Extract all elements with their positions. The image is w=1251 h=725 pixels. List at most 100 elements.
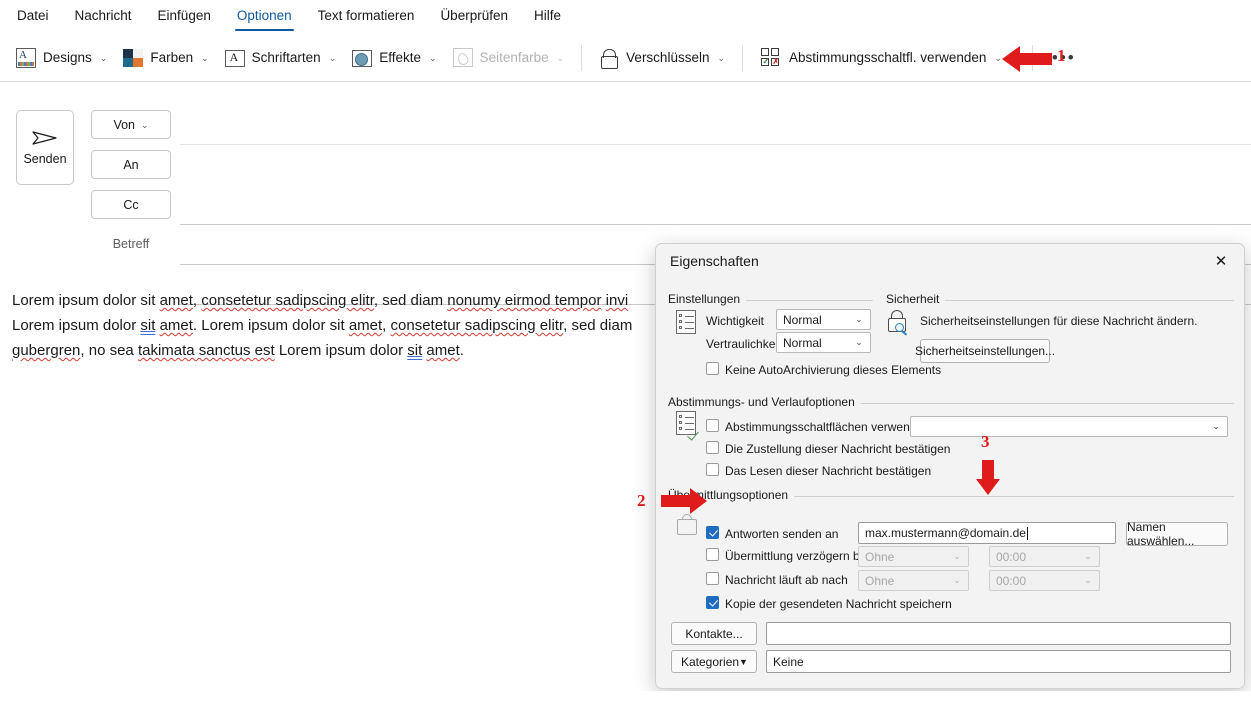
chevron-down-icon: ⌄ xyxy=(556,53,565,63)
no-autoarchive-label: Keine AutoArchivierung dieses Elements xyxy=(725,363,942,377)
save-copy-label: Kopie der gesendeten Nachricht speichern xyxy=(725,597,952,611)
chevron-down-icon: ⌄ xyxy=(141,120,149,130)
chevron-down-icon: ⌄ xyxy=(953,551,961,561)
annotation-number-2: 2 xyxy=(637,491,646,510)
delay-date-dropdown[interactable]: Ohne ⌄ xyxy=(858,546,969,567)
use-voting-buttons-label: Abstimmungsschaltflächen verwenden xyxy=(725,420,930,434)
importance-label: Wichtigkeit xyxy=(706,314,765,328)
close-icon[interactable]: ✕ xyxy=(1202,247,1240,274)
use-voting-buttons-checkbox[interactable] xyxy=(706,419,719,432)
reply-to-input[interactable]: max.mustermann@domain.de xyxy=(858,522,1116,544)
send-button[interactable]: Senden xyxy=(16,110,74,185)
tab-optionen[interactable]: Optionen xyxy=(224,0,305,33)
categories-button[interactable]: Kategorien ▼ xyxy=(671,650,757,673)
save-copy-checkbox[interactable] xyxy=(706,596,719,609)
sensitivity-label: Vertraulichkeit xyxy=(706,337,782,351)
colors-icon xyxy=(123,49,144,67)
security-settings-button-label: Sicherheitseinstellungen... xyxy=(914,344,1056,358)
tab-text-formatieren[interactable]: Text formatieren xyxy=(305,0,428,33)
dialog-body: Einstellungen Sicherheit Wichtigkeit Nor… xyxy=(658,277,1244,716)
security-lock-icon xyxy=(886,310,910,336)
group-einstellungen-label: Einstellungen xyxy=(668,292,747,306)
verschluesseln-button[interactable]: Verschlüsseln ⌄ xyxy=(591,41,733,75)
expire-checkbox[interactable] xyxy=(706,572,719,585)
security-description: Sicherheitseinstellungen für diese Nachr… xyxy=(920,314,1198,328)
contacts-input[interactable] xyxy=(766,622,1231,645)
eigenschaften-dialog: Eigenschaften ✕ Einstellungen Sicherheit… xyxy=(655,243,1245,716)
expire-time-dropdown[interactable]: 00:00 ⌄ xyxy=(989,570,1100,591)
voting-check-icon xyxy=(690,427,702,441)
chevron-down-icon: ⌄ xyxy=(328,53,337,63)
effekte-button[interactable]: Effekte ⌄ xyxy=(344,41,444,75)
send-icon xyxy=(32,130,58,146)
sensitivity-dropdown[interactable]: Normal ⌄ xyxy=(776,332,871,353)
chevron-down-icon: ⌄ xyxy=(717,53,726,63)
reply-to-checkbox[interactable] xyxy=(706,526,719,539)
chevron-down-icon: ⌄ xyxy=(1212,421,1220,431)
page-color-icon xyxy=(452,48,473,67)
text-caret xyxy=(1026,526,1028,540)
expire-time-value: 00:00 xyxy=(996,573,1027,588)
categories-button-label: Kategorien xyxy=(681,654,740,669)
to-button[interactable]: An xyxy=(91,150,171,179)
voting-options-dropdown[interactable]: ⌄ xyxy=(910,416,1228,437)
reply-to-value: max.mustermann@domain.de xyxy=(865,526,1026,540)
fonts-icon xyxy=(224,49,245,67)
tab-datei[interactable]: Datei xyxy=(4,0,62,33)
tab-ueberpruefen[interactable]: Überprüfen xyxy=(427,0,521,33)
categories-value: Keine xyxy=(773,654,804,669)
schriftarten-button[interactable]: Schriftarten ⌄ xyxy=(217,41,345,75)
dialog-title: Eigenschaften xyxy=(670,252,759,269)
cc-button-label: Cc xyxy=(123,197,139,212)
voting-buttons-icon: ✓ ✗ xyxy=(760,47,782,68)
ribbon-tabs: Datei Nachricht Einfügen Optionen Text f… xyxy=(0,0,1251,33)
annotation-arrow-2 xyxy=(661,488,707,514)
chevron-down-icon: ⌄ xyxy=(953,575,961,585)
annotation-number-1: 1 xyxy=(1057,46,1066,65)
chevron-down-icon: ⌄ xyxy=(1084,575,1092,585)
cc-button[interactable]: Cc xyxy=(91,190,171,219)
verschluesseln-label: Verschlüsseln xyxy=(626,50,710,65)
effekte-label: Effekte xyxy=(379,50,422,65)
importance-dropdown[interactable]: Normal ⌄ xyxy=(776,309,871,330)
security-settings-button[interactable]: Sicherheitseinstellungen... xyxy=(915,339,1055,363)
to-field-divider xyxy=(180,224,1251,225)
to-button-label: An xyxy=(123,157,139,172)
annotation-arrow-1 xyxy=(1002,46,1052,72)
send-button-label: Senden xyxy=(23,151,67,166)
delay-date-value: Ohne xyxy=(865,549,895,564)
status-bar xyxy=(0,691,1251,725)
no-autoarchive-checkbox-real[interactable] xyxy=(706,362,719,375)
delay-delivery-checkbox[interactable] xyxy=(706,548,719,561)
from-button[interactable]: Von ⌄ xyxy=(91,110,171,139)
schriftarten-label: Schriftarten xyxy=(251,50,321,65)
expire-date-value: Ohne xyxy=(865,573,895,588)
tab-nachricht[interactable]: Nachricht xyxy=(62,0,145,33)
select-names-button[interactable]: Namen auswählen... xyxy=(1126,520,1228,548)
contacts-button-label: Kontakte... xyxy=(685,626,743,641)
select-names-button-label: Namen auswählen... xyxy=(1127,520,1195,548)
chevron-down-icon: ⌄ xyxy=(1084,551,1092,561)
delay-time-dropdown[interactable]: 00:00 ⌄ xyxy=(989,546,1100,567)
designs-button[interactable]: Designs ⌄ xyxy=(8,41,115,75)
toolbar-divider xyxy=(581,44,583,71)
delivery-receipt-checkbox[interactable] xyxy=(706,441,719,454)
themes-icon xyxy=(16,47,36,68)
farben-button[interactable]: Farben ⌄ xyxy=(115,41,216,75)
farben-label: Farben xyxy=(150,50,194,65)
group-abstimmung-label: Abstimmungs- und Verlaufoptionen xyxy=(668,395,861,409)
contacts-button[interactable]: Kontakte... xyxy=(671,622,757,645)
abstimmungsschaltflaechen-button[interactable]: ✓ ✗ Abstimmungsschaltfl. verwenden ⌄ xyxy=(752,41,1010,75)
tab-einfuegen[interactable]: Einfügen xyxy=(145,0,224,33)
read-receipt-checkbox[interactable] xyxy=(706,463,719,476)
chevron-down-icon: ⌄ xyxy=(855,314,863,324)
reply-to-label: Antworten senden an xyxy=(725,527,839,541)
tab-hilfe[interactable]: Hilfe xyxy=(521,0,574,33)
subject-label: Betreff xyxy=(112,237,150,251)
effects-icon xyxy=(352,49,373,67)
chevron-down-icon: ▼ xyxy=(739,656,748,667)
chevron-down-icon: ⌄ xyxy=(99,53,108,63)
expire-date-dropdown[interactable]: Ohne ⌄ xyxy=(858,570,969,591)
delivery-receipt-label: Die Zustellung dieser Nachricht bestätig… xyxy=(725,442,951,456)
categories-input[interactable]: Keine xyxy=(766,650,1231,673)
